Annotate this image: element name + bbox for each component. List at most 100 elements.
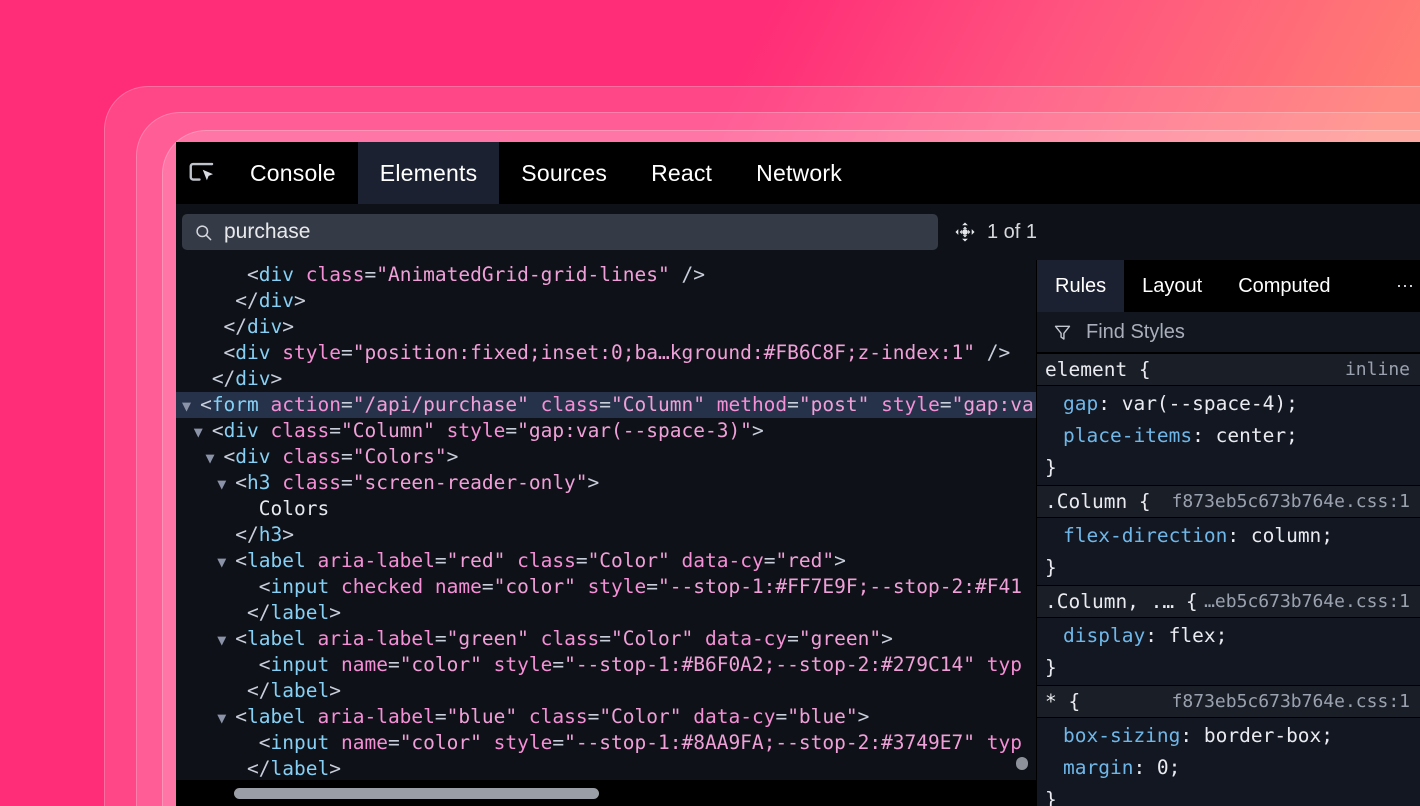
tab-console[interactable]: Console: [228, 142, 358, 204]
css-source-link[interactable]: inline: [1345, 359, 1410, 380]
dom-token-punc: =: [341, 445, 353, 468]
dom-tree-row[interactable]: <div style="position:fixed;inset:0;ba…kg…: [176, 340, 1036, 366]
dom-token-val: "/api/purchase": [353, 393, 529, 416]
styles-tabs-overflow-button[interactable]: ⋯: [1396, 277, 1416, 295]
dom-tree-horizontal-scrollbar-thumb[interactable]: [234, 788, 599, 799]
dom-token-punc: =: [388, 731, 400, 754]
dom-token-punc: <: [200, 393, 212, 416]
dom-tree-row[interactable]: <input checked name="color" style="--sto…: [176, 574, 1036, 600]
dom-token-punc: <: [224, 445, 236, 468]
search-match-navigator[interactable]: 1 of 1: [954, 221, 1037, 244]
dom-token-attr: checked: [341, 575, 423, 598]
dom-tree-row[interactable]: <input name="color" style="--stop-1:#8AA…: [176, 730, 1036, 756]
search-input[interactable]: purchase: [182, 214, 938, 250]
chevron-down-icon[interactable]: ▼: [217, 631, 235, 649]
dom-tree-row[interactable]: ▼ <label aria-label="blue" class="Color"…: [176, 704, 1036, 730]
dom-token-punc: </: [224, 315, 247, 338]
dom-token-punc: =: [388, 653, 400, 676]
dom-token-tag: div: [235, 341, 270, 364]
dom-tree-row[interactable]: </div>: [176, 288, 1036, 314]
dom-token-sp: [329, 653, 341, 676]
dom-token-tag: h3: [247, 471, 270, 494]
css-rule-2-selector-row[interactable]: .Column, .… { …eb5c673b764e.css:1: [1037, 585, 1420, 618]
dom-tree-horizontal-scrollbar-track[interactable]: [176, 780, 1036, 806]
css-value: : flex;: [1145, 624, 1227, 647]
styles-tab-layout[interactable]: Layout: [1124, 260, 1220, 312]
css-source-link[interactable]: f873eb5c673b764e.css:1: [1172, 691, 1410, 712]
css-declaration[interactable]: gap: var(--space-4);: [1037, 388, 1420, 420]
dom-tree-vertical-scrollbar[interactable]: [1016, 757, 1028, 770]
chevron-down-icon[interactable]: ▼: [182, 397, 200, 415]
dom-token-sp: [975, 341, 987, 364]
dom-token-punc: >: [329, 601, 341, 624]
dom-tree-row[interactable]: <div class="AnimatedGrid-grid-lines" />: [176, 262, 1036, 288]
dom-token-sp: [259, 419, 271, 442]
dom-token-tag: label: [271, 757, 330, 780]
dom-row-twisty-spacer: [217, 527, 235, 545]
dom-token-attr: class: [282, 445, 341, 468]
dom-tree-row[interactable]: </label>: [176, 600, 1036, 626]
dom-token-punc: <: [247, 263, 259, 286]
tab-elements[interactable]: Elements: [358, 142, 499, 204]
tab-react[interactable]: React: [629, 142, 734, 204]
chevron-down-icon[interactable]: ▼: [217, 475, 235, 493]
dom-token-punc: >: [294, 289, 306, 312]
tab-network[interactable]: Network: [734, 142, 864, 204]
chevron-down-icon[interactable]: ▼: [194, 423, 212, 441]
dom-tree-row[interactable]: ▼ <label aria-label="green" class="Color…: [176, 626, 1036, 652]
css-rules-list[interactable]: element {inlinegap: var(--space-4);place…: [1037, 353, 1420, 806]
css-declaration[interactable]: box-sizing: border-box;: [1037, 720, 1420, 752]
dom-tree-row[interactable]: <input name="color" style="--stop-1:#B6F…: [176, 652, 1036, 678]
styles-tab-bar: RulesLayoutComputed ⋯: [1037, 260, 1420, 312]
chevron-down-icon[interactable]: ▼: [217, 553, 235, 571]
dom-row-indent: [182, 523, 217, 546]
dom-token-punc: >: [834, 549, 846, 572]
dom-token-punc: =: [341, 393, 353, 416]
dom-row-indent: [182, 471, 217, 494]
dom-token-punc: =: [435, 627, 447, 650]
styles-tab-computed[interactable]: Computed: [1220, 260, 1348, 312]
dom-tree-row[interactable]: Colors: [176, 496, 1036, 522]
css-rule-1-selector-row[interactable]: .Column {f873eb5c673b764e.css:1: [1037, 485, 1420, 518]
css-declaration[interactable]: flex-direction: column;: [1037, 520, 1420, 552]
dom-tree-row[interactable]: </label>: [176, 678, 1036, 704]
css-declaration[interactable]: place-items: center;: [1037, 420, 1420, 452]
dom-tree-row[interactable]: </div>: [176, 366, 1036, 392]
dom-tree-row[interactable]: ▼ <label aria-label="red" class="Color" …: [176, 548, 1036, 574]
css-selector: .Column, .… {: [1045, 590, 1198, 613]
dom-token-attr: class: [541, 393, 600, 416]
css-declaration[interactable]: display: flex;: [1037, 620, 1420, 652]
dom-tree-row[interactable]: </label>: [176, 756, 1036, 780]
tab-sources[interactable]: Sources: [499, 142, 629, 204]
dom-token-attr: class: [529, 705, 588, 728]
dom-tree-row[interactable]: ▼ <form action="/api/purchase" class="Co…: [176, 392, 1036, 418]
dom-token-sp: [294, 263, 306, 286]
dom-token-txt: Colors: [259, 497, 329, 520]
dom-tree-row[interactable]: ▼ <h3 class="screen-reader-only">: [176, 470, 1036, 496]
dom-token-sp: [517, 705, 529, 728]
dom-tree-row[interactable]: </h3>: [176, 522, 1036, 548]
dom-row-indent: [182, 653, 241, 676]
dom-token-punc: </: [235, 523, 258, 546]
dom-tree-row[interactable]: ▼ <div class="Column" style="gap:var(--s…: [176, 418, 1036, 444]
move-diamond-icon: [954, 221, 976, 243]
dom-tree-row[interactable]: </div>: [176, 314, 1036, 340]
chevron-down-icon[interactable]: ▼: [205, 449, 223, 467]
find-styles-input[interactable]: Find Styles: [1037, 312, 1420, 353]
dom-row-twisty-spacer: [241, 657, 259, 675]
styles-tab-rules[interactable]: Rules: [1037, 260, 1124, 312]
css-rule-0-selector-row[interactable]: element {inline: [1037, 353, 1420, 386]
css-source-link[interactable]: …eb5c673b764e.css:1: [1204, 591, 1410, 612]
css-value: : border-box;: [1180, 724, 1333, 747]
dom-token-tag: label: [247, 549, 306, 572]
chevron-down-icon[interactable]: ▼: [217, 709, 235, 727]
css-declaration[interactable]: margin: 0;: [1037, 752, 1420, 784]
dom-tree[interactable]: <div class="AnimatedGrid-grid-lines" /> …: [176, 260, 1036, 780]
inspect-element-icon[interactable]: [176, 142, 228, 204]
dom-tree-row[interactable]: ▼ <div class="Colors">: [176, 444, 1036, 470]
dom-token-val: "green": [447, 627, 529, 650]
css-source-link[interactable]: f873eb5c673b764e.css:1: [1172, 491, 1410, 512]
dom-row-twisty-spacer: [241, 501, 259, 519]
css-rule-3-selector-row[interactable]: * {f873eb5c673b764e.css:1: [1037, 685, 1420, 718]
css-closing-brace: }: [1037, 452, 1420, 483]
